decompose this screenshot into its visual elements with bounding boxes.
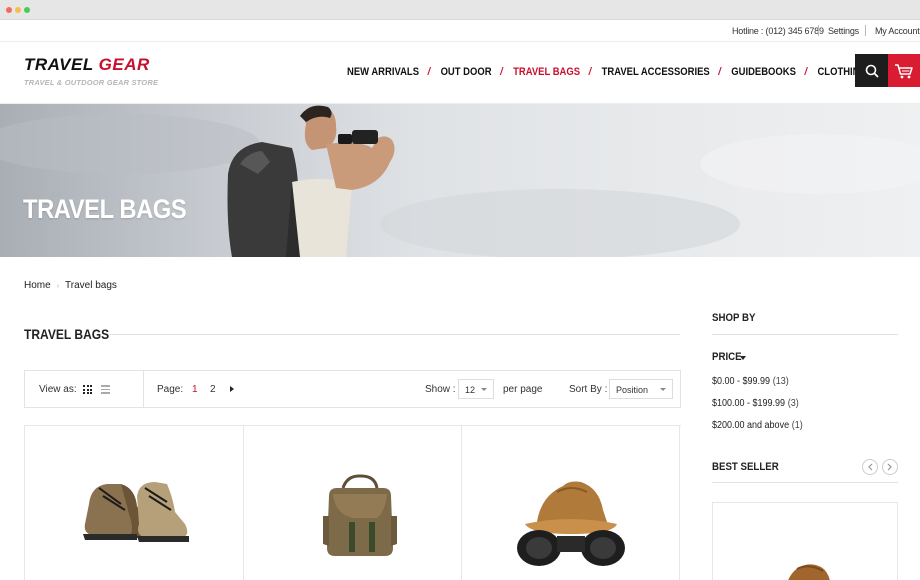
hiking-boots-image[interactable] [25, 426, 244, 580]
topbar-divider [865, 25, 866, 36]
hotline-text: Hotline : (012) 345 6789 [732, 26, 824, 36]
product-card[interactable] [25, 426, 244, 580]
price-filter-option[interactable]: $200.00 and above (1) [712, 420, 803, 431]
hat-and-binoculars-image[interactable] [461, 426, 680, 580]
sort-by-label: Sort By : [569, 384, 608, 395]
sidebar-divider [712, 482, 898, 483]
shop-by-heading: SHOP BY [712, 312, 756, 324]
toolbar-divider [143, 371, 144, 407]
chevron-right-icon [887, 463, 892, 471]
nav-out-door[interactable]: OUT DOOR [441, 66, 492, 78]
per-page-select[interactable]: 12 [458, 379, 494, 399]
search-icon [865, 64, 879, 78]
product-toolbar: View as: Page: 1 2 Show : 12 per page So… [24, 370, 681, 408]
minimize-window-dot[interactable] [15, 7, 21, 13]
nav-guidebooks[interactable]: GUIDEBOOKS [731, 66, 796, 78]
breadcrumb-home-link[interactable]: Home [24, 280, 51, 291]
sidebar-divider [712, 334, 898, 335]
price-range-count: (1) [791, 420, 803, 431]
product-card[interactable] [461, 426, 680, 580]
maximize-window-dot[interactable] [24, 7, 30, 13]
best-seller-product-card[interactable] [712, 502, 898, 580]
site-logo[interactable]: TRAVEL GEAR TRAVEL & OUTDOOR GEAR STORE [24, 55, 158, 87]
browser-window: Hotline : (012) 345 6789 Settings My Acc… [0, 0, 920, 580]
product-card[interactable] [243, 426, 462, 580]
nav-separator: / [804, 66, 808, 78]
carousel-prev-button[interactable] [862, 459, 878, 475]
product-grid [24, 425, 681, 580]
settings-link[interactable]: Settings [828, 26, 859, 36]
page-link-1[interactable]: 1 [192, 384, 198, 395]
show-label: Show : [425, 384, 456, 395]
main-navigation: NEW ARRIVALS / OUT DOOR / TRAVEL BAGS / … [347, 66, 867, 78]
chevron-down-icon[interactable] [740, 356, 746, 360]
nav-travel-bags[interactable]: TRAVEL BAGS [513, 66, 580, 78]
view-as-label: View as: [39, 384, 77, 395]
category-hero-banner: TRAVEL BAGS [0, 104, 920, 257]
price-range-count: (13) [772, 376, 789, 387]
top-utility-bar: Hotline : (012) 345 6789 Settings My Acc… [0, 20, 920, 42]
page-label: Page: [157, 384, 184, 395]
nav-new-arrivals[interactable]: NEW ARRIVALS [347, 66, 419, 78]
grid-view-icon[interactable] [83, 385, 92, 394]
price-range-text: $0.00 - $99.99 [712, 376, 771, 387]
topbar-divider [818, 25, 819, 36]
price-range-text: $100.00 - $199.99 [712, 398, 786, 409]
shopping-cart-icon [895, 63, 913, 78]
nav-separator: / [427, 66, 431, 78]
nav-travel-accessories[interactable]: TRAVEL ACCESSORIES [602, 66, 710, 78]
nav-separator: / [718, 66, 721, 78]
next-page-arrow-icon[interactable] [230, 386, 234, 392]
logo-tagline: TRAVEL & OUTDOOR GEAR STORE [24, 78, 159, 87]
nav-separator: / [500, 66, 503, 78]
nav-separator: / [588, 66, 592, 78]
sort-by-value: Position [616, 385, 649, 395]
price-filter-option[interactable]: $100.00 - $199.99 (3) [712, 398, 799, 409]
per-page-label: per page [503, 384, 543, 395]
chevron-left-icon [868, 463, 873, 471]
list-view-icon[interactable] [101, 385, 110, 394]
price-range-count: (3) [787, 398, 799, 409]
page-link-2[interactable]: 2 [210, 384, 216, 395]
cart-button[interactable] [888, 54, 920, 87]
browser-titlebar [0, 0, 920, 20]
best-seller-hat-image[interactable] [713, 503, 897, 580]
logo-word-travel: TRAVEL [24, 55, 94, 74]
hiker-with-binoculars-image [0, 105, 920, 257]
sort-by-select[interactable]: Position [609, 379, 673, 399]
hero-title: TRAVEL BAGS [23, 194, 187, 224]
my-account-link[interactable]: My Account [875, 26, 920, 36]
breadcrumb: Home › Travel bags [24, 280, 117, 291]
site-header: TRAVEL GEAR TRAVEL & OUTDOOR GEAR STORE … [0, 42, 920, 104]
close-window-dot[interactable] [6, 7, 12, 13]
dropdown-caret-icon [660, 388, 666, 391]
title-divider [109, 334, 680, 335]
price-filter-option[interactable]: $0.00 - $99.99 (13) [712, 376, 789, 387]
logo-word-gear: GEAR [98, 55, 150, 74]
search-button[interactable] [855, 54, 888, 87]
carousel-next-button[interactable] [882, 459, 898, 475]
breadcrumb-separator: › [56, 283, 60, 290]
dropdown-caret-icon [481, 388, 487, 391]
best-seller-heading: BEST SELLER [712, 461, 779, 473]
breadcrumb-current: Travel bags [65, 280, 117, 291]
page-title: TRAVEL BAGS [24, 326, 110, 342]
per-page-value: 12 [465, 385, 476, 395]
price-range-text: $200.00 and above [712, 420, 790, 431]
canvas-backpack-image[interactable] [243, 426, 462, 580]
price-filter-toggle[interactable]: PRICE [712, 351, 742, 363]
